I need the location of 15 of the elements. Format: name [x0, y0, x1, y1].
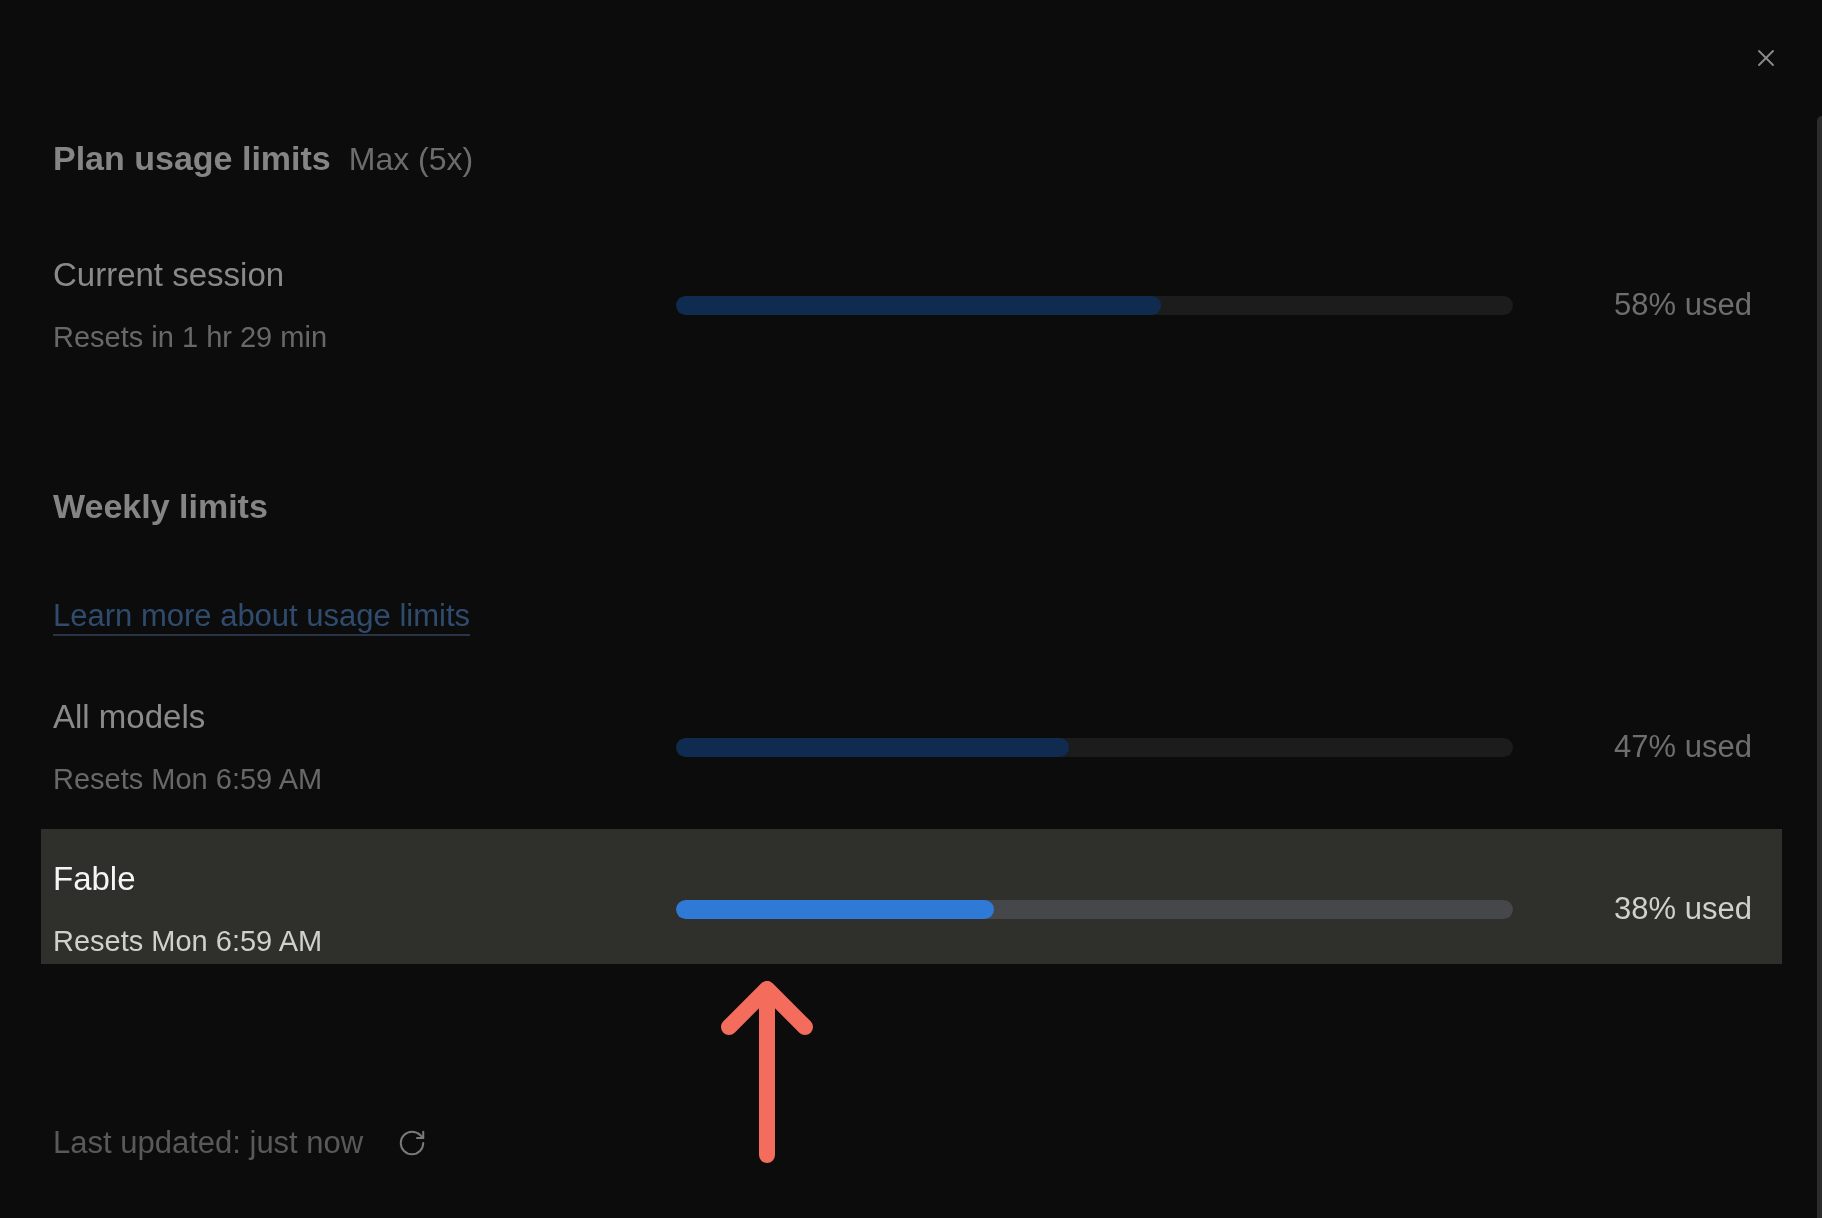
- limit-name: Fable: [53, 859, 137, 899]
- usage-reading: 38% used: [1613, 891, 1752, 927]
- learn-more-link[interactable]: Learn more about usage limits: [53, 598, 470, 634]
- reset-time: Resets in 1 hr 29 min: [53, 320, 328, 355]
- usage-reading: 47% used: [1613, 729, 1752, 765]
- scrollbar[interactable]: [1817, 116, 1822, 1218]
- last-updated-text: Last updated: just now: [53, 1125, 364, 1161]
- section-heading: Plan usage limits: [53, 138, 331, 178]
- usage-reading: 58% used: [1613, 287, 1752, 323]
- limit-name: All models: [53, 697, 207, 737]
- section-heading: Weekly limits: [53, 486, 268, 526]
- limit-name: Current session: [53, 255, 286, 295]
- reset-time: Resets Mon 6:59 AM: [53, 762, 324, 797]
- reset-time: Resets Mon 6:59 AM: [53, 924, 324, 959]
- plan-name: Max (5x): [348, 140, 474, 179]
